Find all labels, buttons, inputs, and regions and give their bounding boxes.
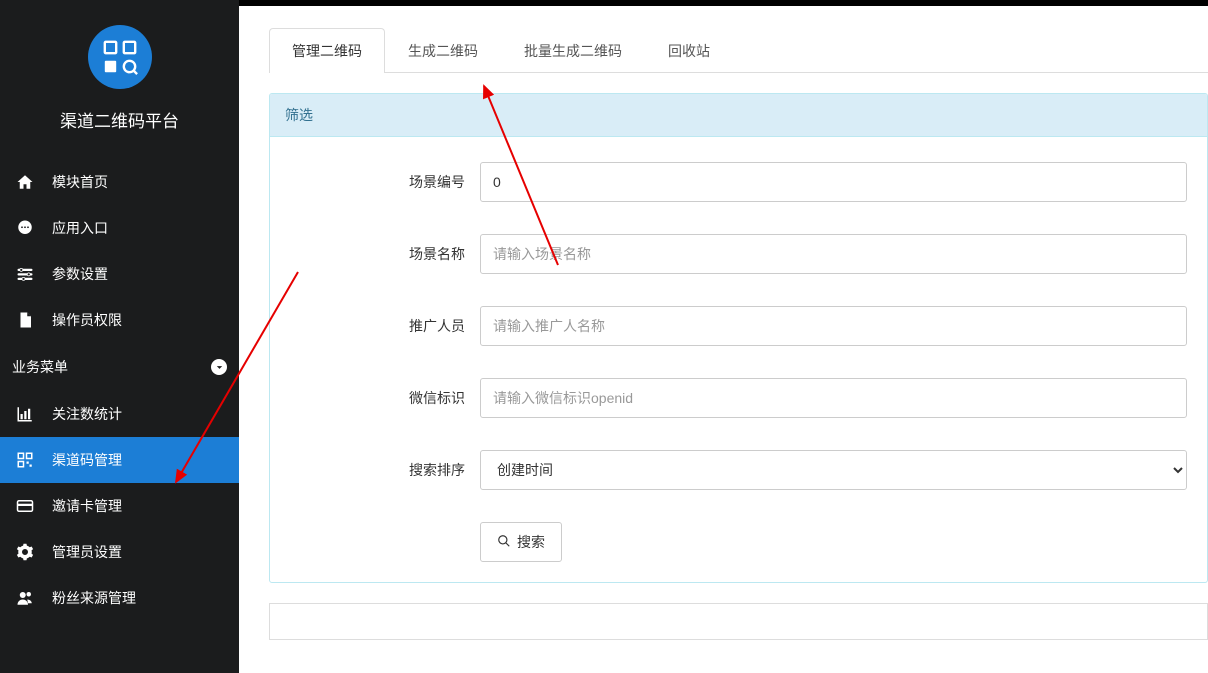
sidebar-item-label: 应用入口 <box>52 218 108 238</box>
search-icon <box>497 534 511 551</box>
sidebar-section-label: 业务菜单 <box>12 357 68 377</box>
sidebar-item-label: 操作员权限 <box>52 310 122 330</box>
promoter-label: 推广人员 <box>290 316 480 336</box>
stats-box <box>269 603 1208 640</box>
tab-generate-qr[interactable]: 生成二维码 <box>385 28 501 73</box>
card-icon <box>12 497 38 515</box>
sidebar-item-follow-stats[interactable]: 关注数统计 <box>0 391 239 437</box>
search-button-label: 搜索 <box>517 532 545 552</box>
qr-icon <box>12 451 38 469</box>
sidebar-item-app-entry[interactable]: 应用入口 <box>0 205 239 251</box>
sidebar-item-label: 关注数统计 <box>52 404 122 424</box>
filter-body: 场景编号 场景名称 推广人员 微信标识 <box>270 137 1207 582</box>
sort-label: 搜索排序 <box>290 460 480 480</box>
sidebar-item-operator[interactable]: 操作员权限 <box>0 297 239 343</box>
tab-manage-qr[interactable]: 管理二维码 <box>269 28 385 73</box>
sidebar-item-fan-source[interactable]: 粉丝来源管理 <box>0 575 239 621</box>
search-button[interactable]: 搜索 <box>480 522 562 562</box>
sidebar-item-label: 模块首页 <box>52 172 108 192</box>
bar-chart-icon <box>12 405 38 423</box>
scene-id-label: 场景编号 <box>290 172 480 192</box>
filter-header: 筛选 <box>270 94 1207 137</box>
tab-recycle-bin[interactable]: 回收站 <box>645 28 733 73</box>
sidebar-item-params[interactable]: 参数设置 <box>0 251 239 297</box>
scene-name-label: 场景名称 <box>290 244 480 264</box>
sidebar-section-business[interactable]: 业务菜单 <box>0 343 239 391</box>
file-icon <box>12 311 38 329</box>
sidebar-item-admin-settings[interactable]: 管理员设置 <box>0 529 239 575</box>
sidebar-item-label: 粉丝来源管理 <box>52 588 136 608</box>
wechat-label: 微信标识 <box>290 388 480 408</box>
filter-panel: 筛选 场景编号 场景名称 推广人员 微信标 <box>269 93 1208 583</box>
users-icon <box>12 589 38 607</box>
app-title: 渠道二维码平台 <box>0 107 239 132</box>
wechat-input[interactable] <box>480 378 1187 418</box>
chevron-down-icon <box>211 359 227 375</box>
chat-icon <box>12 219 38 237</box>
sidebar-menu: 模块首页 应用入口 参数设置 操作员权限 业务菜单 关注数统计 <box>0 159 239 621</box>
sidebar-item-label: 管理员设置 <box>52 542 122 562</box>
tab-batch-generate-qr[interactable]: 批量生成二维码 <box>501 28 645 73</box>
sidebar-item-invite-card[interactable]: 邀请卡管理 <box>0 483 239 529</box>
home-icon <box>12 173 38 191</box>
logo-section: 渠道二维码平台 <box>0 0 239 147</box>
topbar <box>239 0 1208 6</box>
scene-name-input[interactable] <box>480 234 1187 274</box>
sidebar-item-label: 邀请卡管理 <box>52 496 122 516</box>
form-row-scene-name: 场景名称 <box>290 234 1187 274</box>
form-row-promoter: 推广人员 <box>290 306 1187 346</box>
scene-id-input[interactable] <box>480 162 1187 202</box>
sidebar-item-home[interactable]: 模块首页 <box>0 159 239 205</box>
form-row-wechat: 微信标识 <box>290 378 1187 418</box>
sidebar: 渠道二维码平台 模块首页 应用入口 参数设置 操作员权限 业务菜单 <box>0 0 239 673</box>
gear-icon <box>12 543 38 561</box>
sort-select[interactable]: 创建时间 <box>480 450 1187 490</box>
form-row-sort: 搜索排序 创建时间 <box>290 450 1187 490</box>
app-logo <box>88 25 152 89</box>
sliders-icon <box>12 265 38 283</box>
form-row-scene-id: 场景编号 <box>290 162 1187 202</box>
sidebar-item-channel-code[interactable]: 渠道码管理 <box>0 437 239 483</box>
search-row: 搜索 <box>480 522 1187 562</box>
sidebar-item-label: 渠道码管理 <box>52 450 122 470</box>
sidebar-item-label: 参数设置 <box>52 264 108 284</box>
main-content: 管理二维码 生成二维码 批量生成二维码 回收站 筛选 场景编号 场景名称 <box>239 0 1208 673</box>
tabs: 管理二维码 生成二维码 批量生成二维码 回收站 <box>269 28 1208 73</box>
promoter-input[interactable] <box>480 306 1187 346</box>
